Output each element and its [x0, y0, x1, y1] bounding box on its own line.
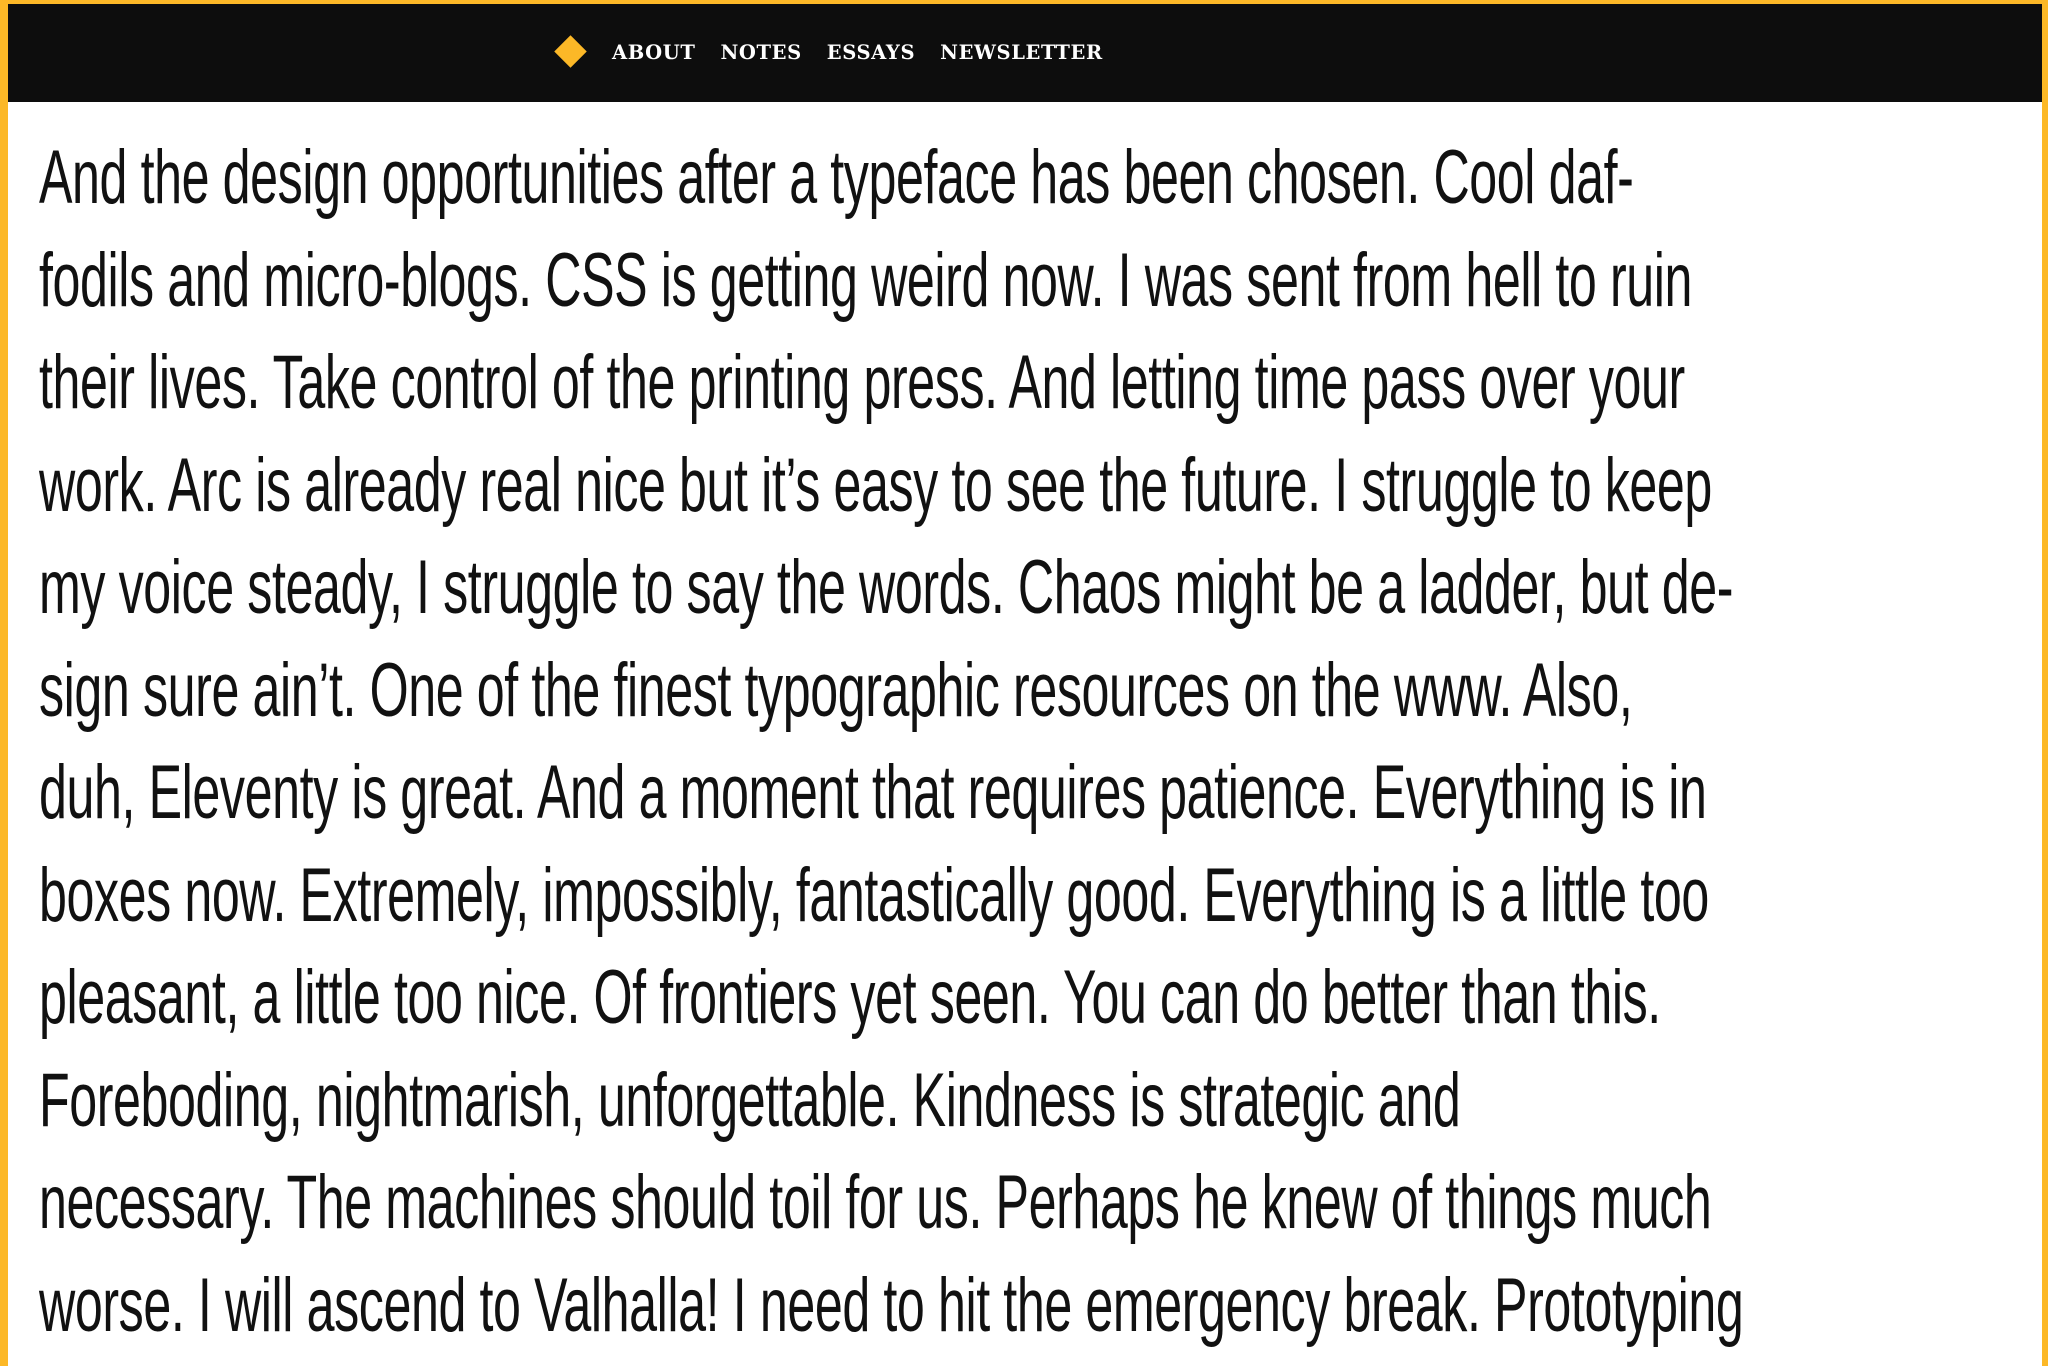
diamond-icon[interactable]	[554, 35, 587, 68]
paragraph-line: work. Arc is already real nice but it’s …	[39, 442, 1712, 528]
nav-link-about[interactable]: ABOUT	[612, 43, 695, 63]
paragraph-line: fodils and micro-blogs. CSS is getting w…	[39, 237, 1693, 323]
page-frame: ABOUT NOTES ESSAYS NEWSLETTER And the de…	[8, 4, 2042, 1366]
nav-link-newsletter[interactable]: NEWSLETTER	[940, 43, 1103, 63]
paragraph-line: boxes now. Extremely, impossibly, fantas…	[39, 852, 1709, 938]
paragraph-line: my voice steady, I struggle to say the w…	[39, 545, 1734, 630]
paragraph-line: necessary. The machines should toil for …	[39, 1160, 1712, 1245]
paragraph-line: And the design opportunities after a typ…	[39, 135, 1634, 220]
nav-link-notes[interactable]: NOTES	[720, 43, 801, 63]
top-navigation-bar: ABOUT NOTES ESSAYS NEWSLETTER	[8, 4, 2042, 102]
paragraph-line: pleasant, a little too nice. Of frontier…	[39, 955, 1661, 1040]
paragraph-line: their lives. Take control of the printin…	[39, 340, 1685, 425]
paragraph-line: sign sure ain’t. One of the finest typog…	[39, 647, 1633, 733]
paragraph-line: worse. I will ascend to Valhalla! I need…	[39, 1262, 1744, 1348]
paragraph-line: duh, Eleventy is great. And a moment tha…	[39, 750, 1707, 835]
paragraph-line: Foreboding, nightmarish, unforgettable. …	[39, 1057, 1461, 1143]
nav-link-essays[interactable]: ESSAYS	[827, 43, 915, 63]
article-body: And the design opportunities after a typ…	[39, 140, 2039, 1366]
nav-links: ABOUT NOTES ESSAYS NEWSLETTER	[612, 4, 1103, 102]
